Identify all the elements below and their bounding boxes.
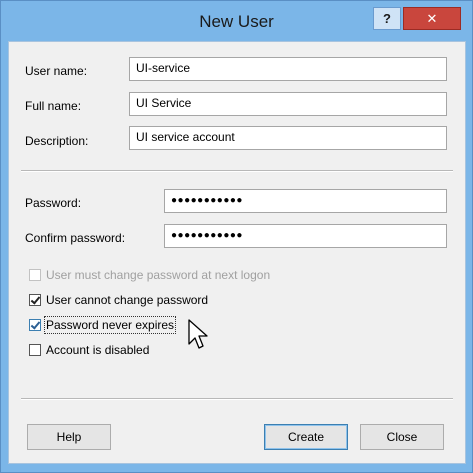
checkbox-icon[interactable] — [29, 344, 41, 356]
close-window-button[interactable]: ✕ — [403, 7, 461, 30]
username-field[interactable]: UI-service — [129, 57, 447, 81]
description-label: Description: — [25, 134, 89, 148]
fullname-field[interactable]: UI Service — [129, 92, 447, 116]
dialog-body: User name: UI-service Full name: UI Serv… — [8, 41, 466, 464]
separator — [21, 170, 453, 172]
password-never-expires-option[interactable]: Password never expires — [29, 316, 177, 334]
account-disabled-option[interactable]: Account is disabled — [29, 342, 149, 358]
fullname-label: Full name: — [25, 99, 82, 113]
cannot-change-password-option[interactable]: User cannot change password — [29, 292, 208, 308]
confirm-password-label: Confirm password: — [25, 231, 126, 245]
confirm-password-field[interactable]: ●●●●●●●●●●● — [164, 224, 447, 248]
account-disabled-label[interactable]: Account is disabled — [46, 343, 149, 357]
help-button[interactable]: Help — [27, 424, 111, 450]
cannot-change-password-label[interactable]: User cannot change password — [46, 293, 208, 307]
must-change-password-option: User must change password at next logon — [29, 267, 270, 283]
description-field[interactable]: UI service account — [129, 126, 447, 150]
dialog-title: New User — [199, 12, 274, 31]
password-field[interactable]: ●●●●●●●●●●● — [164, 189, 447, 213]
checkbox-icon — [29, 269, 41, 281]
checkbox-icon[interactable] — [29, 319, 41, 331]
help-icon-button[interactable]: ? — [373, 7, 401, 30]
close-button[interactable]: Close — [360, 424, 444, 450]
create-button[interactable]: Create — [264, 424, 348, 450]
title-bar[interactable]: New User ? ✕ — [1, 1, 472, 41]
new-user-dialog: New User ? ✕ User name: UI-service Full … — [0, 0, 473, 473]
password-label: Password: — [25, 196, 82, 210]
separator — [21, 398, 453, 400]
checkbox-icon[interactable] — [29, 294, 41, 306]
username-label: User name: — [25, 64, 88, 78]
mouse-pointer-icon — [188, 319, 208, 349]
must-change-password-label: User must change password at next logon — [46, 268, 271, 282]
password-never-expires-label[interactable]: Password never expires — [43, 316, 177, 334]
